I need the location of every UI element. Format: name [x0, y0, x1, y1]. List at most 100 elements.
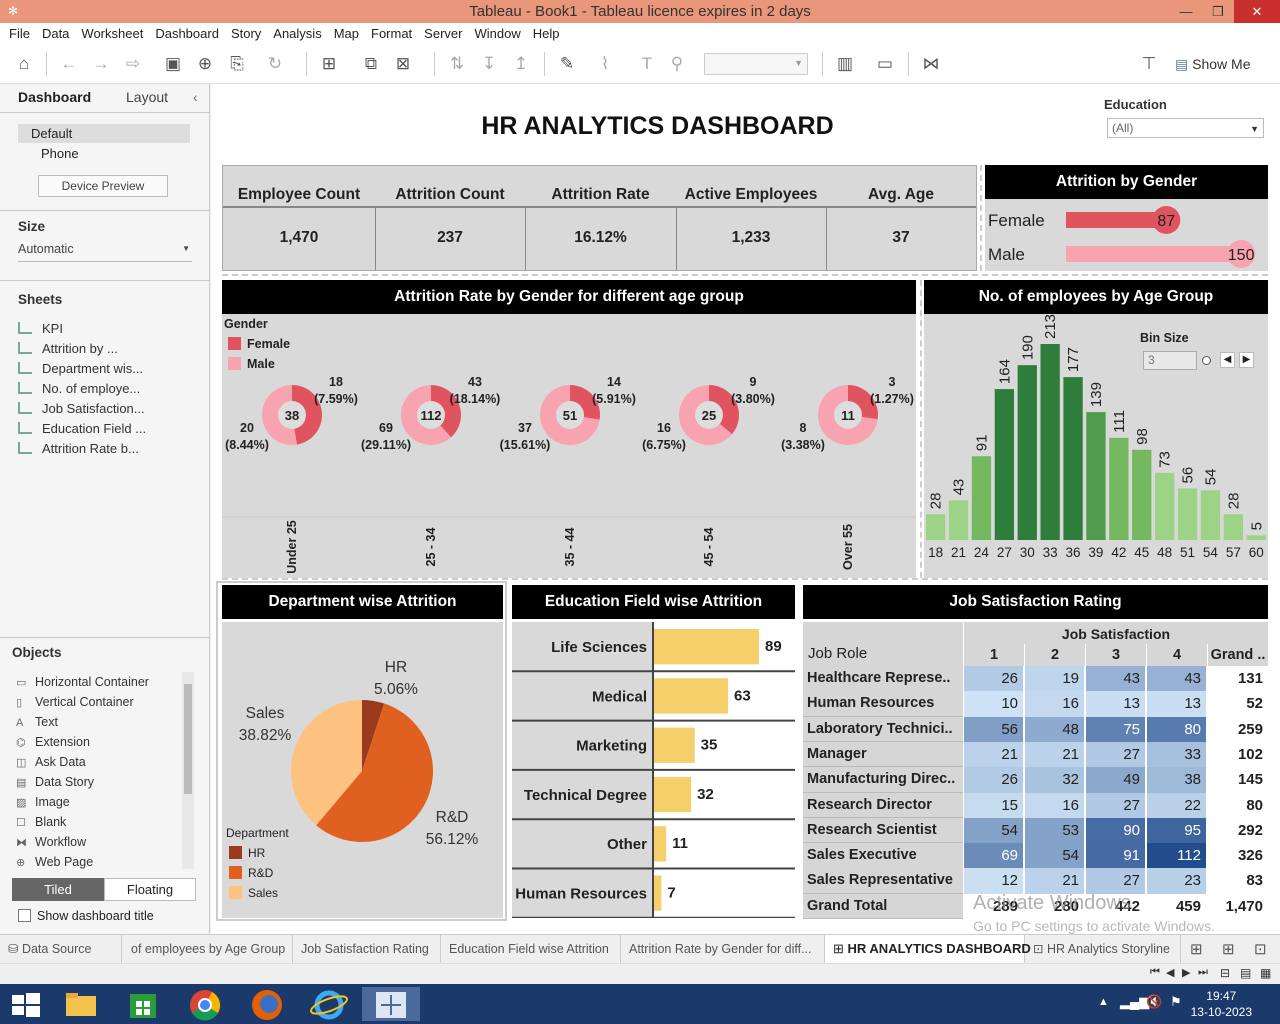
device-default[interactable]: Default	[18, 124, 190, 143]
redo-icon[interactable]: →	[90, 53, 112, 75]
row-total-cell[interactable]: 1,470	[1207, 893, 1267, 920]
table-cell[interactable]: 21	[1024, 868, 1084, 894]
object-blank[interactable]: ☐ Blank	[16, 815, 66, 829]
device-phone[interactable]: Phone	[18, 144, 79, 163]
volume-muted-icon[interactable]: 🔇	[1146, 994, 1162, 1010]
save-icon[interactable]: ▣	[162, 53, 184, 75]
floating-toggle[interactable]: Floating	[104, 878, 196, 901]
table-cell[interactable]: 19	[1024, 666, 1084, 692]
job-role-cell[interactable]: Manager	[803, 741, 963, 768]
table-cell[interactable]: 27	[1085, 741, 1145, 768]
menu-worksheet[interactable]: Worksheet	[76, 23, 150, 44]
new-worksheet-icon[interactable]: ⊞	[318, 53, 340, 75]
age-bin-bar[interactable]	[1132, 449, 1152, 540]
row-total-cell[interactable]: 102	[1207, 741, 1267, 768]
age-bin-bar[interactable]	[971, 456, 992, 540]
internet-explorer-icon[interactable]	[300, 987, 358, 1021]
sort-descending-icon[interactable]: ↥	[510, 53, 532, 75]
table-cell[interactable]: 69	[963, 843, 1023, 869]
replay-icon[interactable]: ⇨	[122, 53, 144, 75]
undo-icon[interactable]: ←	[58, 53, 80, 75]
sheet-item[interactable]: Job Satisfaction...	[18, 401, 145, 416]
tab-layout[interactable]: Layout	[126, 89, 168, 105]
table-cell[interactable]: 95	[1146, 817, 1206, 844]
column-header[interactable]: 3	[1085, 644, 1146, 666]
object-extension[interactable]: ⌬ Extension	[16, 735, 90, 749]
show-cards-icon[interactable]: ▥	[834, 53, 856, 75]
size-dropdown[interactable]: Automatic ▼	[18, 242, 192, 262]
new-story-tab-icon[interactable]: ⊡	[1254, 940, 1267, 958]
table-cell[interactable]: 26	[963, 666, 1023, 692]
swap-icon[interactable]: ⇅	[446, 53, 468, 75]
chrome-icon[interactable]	[176, 987, 234, 1021]
age-bin-bar[interactable]	[1223, 514, 1243, 540]
bin-size-input[interactable]: 3	[1143, 351, 1197, 370]
job-role-cell[interactable]: Sales Representative	[803, 868, 963, 894]
age-bin-bar[interactable]	[1155, 472, 1175, 540]
slider-handle[interactable]	[1202, 356, 1211, 365]
menu-analysis[interactable]: Analysis	[268, 23, 328, 44]
row-total-cell[interactable]: 83	[1207, 868, 1267, 894]
job-role-cell[interactable]: Manufacturing Direc..	[803, 767, 963, 793]
filmstrip-view-icon[interactable]: ▦	[1260, 966, 1271, 980]
job-role-cell[interactable]: Sales Executive	[803, 843, 963, 869]
sheet-item[interactable]: Attrition by ...	[18, 341, 118, 356]
sheet-item[interactable]: Department wis...	[18, 361, 143, 376]
job-role-cell[interactable]: Healthcare Represe..	[803, 666, 963, 692]
row-total-cell[interactable]: 80	[1207, 792, 1267, 818]
home-icon[interactable]: ⌂	[13, 53, 35, 75]
row-total-cell[interactable]: 259	[1207, 716, 1267, 743]
age-bin-bar[interactable]	[994, 389, 1014, 540]
table-cell[interactable]: 16	[1024, 691, 1084, 717]
share-icon[interactable]: ⋈	[920, 53, 942, 75]
bin-increase-button[interactable]: ▶	[1239, 352, 1254, 368]
table-cell[interactable]: 459	[1146, 893, 1206, 920]
age-bin-bar[interactable]	[1063, 377, 1083, 540]
sheet-item[interactable]: Attrition Rate b...	[18, 441, 139, 456]
action-center-flag-icon[interactable]: ⚑	[1170, 994, 1182, 1010]
sheet-item[interactable]: KPI	[18, 321, 63, 336]
education-field-bar[interactable]	[653, 629, 759, 665]
sheet-item[interactable]: No. of employe...	[18, 381, 140, 396]
age-bin-bar[interactable]	[948, 500, 969, 540]
tab-education-field[interactable]: Education Field wise Attrition	[441, 935, 621, 963]
start-button[interactable]	[0, 987, 58, 1021]
education-field-bar[interactable]	[653, 776, 692, 813]
legend-item-rnd[interactable]: R&D	[229, 866, 273, 880]
age-bin-bar[interactable]	[1109, 437, 1129, 540]
education-field-bar[interactable]	[653, 826, 667, 862]
new-data-source-icon[interactable]: ⊕	[194, 53, 216, 75]
table-cell[interactable]: 38	[1146, 767, 1206, 793]
store-icon[interactable]	[114, 987, 172, 1021]
age-bin-bar[interactable]	[1200, 490, 1221, 540]
table-cell[interactable]: 13	[1085, 691, 1145, 717]
sort-ascending-icon[interactable]: ↧	[478, 53, 500, 75]
table-cell[interactable]: 90	[1085, 817, 1145, 844]
firefox-icon[interactable]	[238, 987, 296, 1021]
bin-decrease-button[interactable]: ◀	[1220, 352, 1235, 368]
collapse-panel-icon[interactable]: ‹	[193, 89, 198, 105]
table-cell[interactable]: 32	[1024, 767, 1084, 793]
job-role-cell[interactable]: Research Scientist	[803, 817, 963, 844]
device-preview-button[interactable]: Device Preview	[38, 175, 168, 197]
row-total-cell[interactable]: 145	[1207, 767, 1267, 793]
row-total-cell[interactable]: 52	[1207, 691, 1267, 717]
table-cell[interactable]: 56	[963, 716, 1023, 743]
gender-bar[interactable]	[1066, 246, 1245, 262]
tab-job-satisfaction[interactable]: Job Satisfaction Rating	[293, 935, 441, 963]
row-total-cell[interactable]: 326	[1207, 843, 1267, 869]
tab-data-source[interactable]: ⛁ Data Source	[0, 935, 122, 963]
table-cell[interactable]: 53	[1024, 817, 1084, 844]
table-cell[interactable]: 54	[1024, 843, 1084, 869]
show-hidden-icons-icon[interactable]: ▲	[1098, 996, 1109, 1008]
network-icon[interactable]: ▂▄▆	[1120, 994, 1149, 1010]
legend-item-male[interactable]: Male	[228, 357, 275, 371]
table-cell[interactable]: 54	[963, 817, 1023, 844]
tab-dashboard[interactable]: Dashboard	[18, 89, 91, 105]
highlight-icon[interactable]: ✎	[556, 53, 578, 75]
tab-storyline[interactable]: ⊡ HR Analytics Storyline	[1025, 935, 1181, 963]
column-header[interactable]: 2	[1024, 644, 1085, 666]
tabs-view-icon[interactable]: ▤	[1240, 966, 1251, 980]
job-role-cell[interactable]: Human Resources	[803, 691, 963, 717]
table-cell[interactable]: 10	[963, 691, 1023, 717]
